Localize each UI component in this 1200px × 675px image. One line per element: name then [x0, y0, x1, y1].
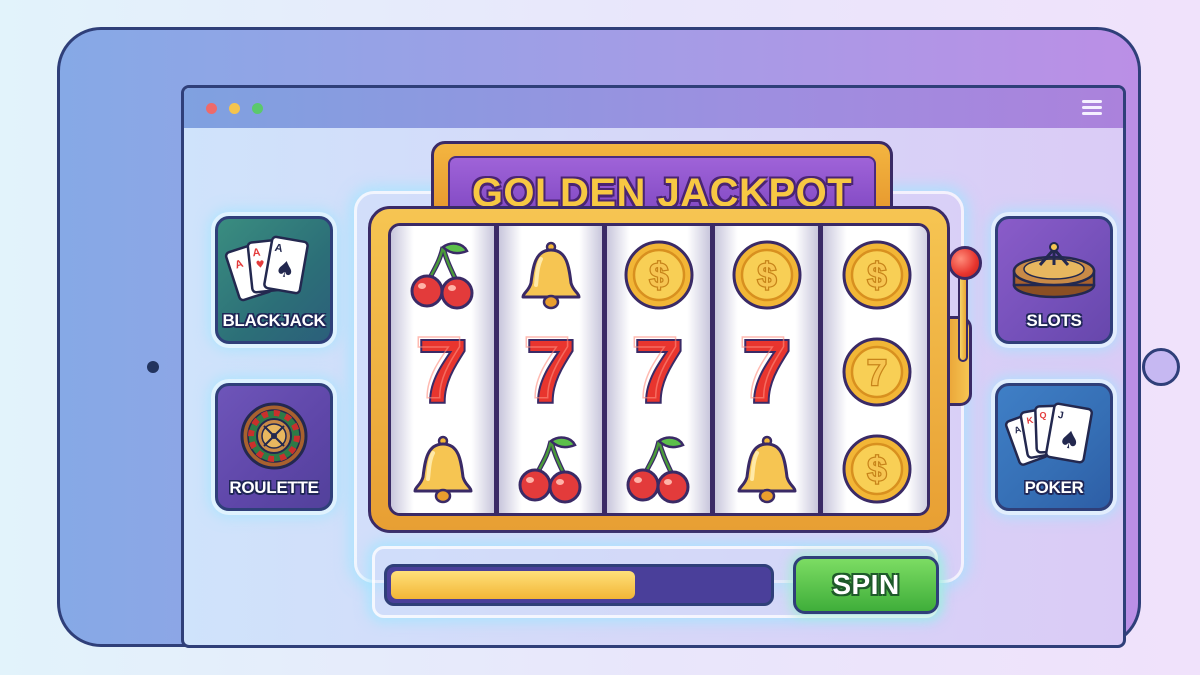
bell-symbol-icon: [391, 420, 494, 513]
bell-symbol-icon: [499, 226, 602, 323]
game-tile-slots[interactable]: SLOTS: [995, 216, 1113, 344]
progress-bar-fill: [391, 571, 635, 599]
game-tile-label: ROULETTE: [229, 478, 319, 497]
cherry-symbol-icon: [391, 226, 494, 323]
svg-text:7: 7: [630, 330, 679, 414]
game-tile-blackjack[interactable]: A A ♥ A ♠ BLACKJACK: [215, 216, 333, 344]
game-tile-roulette[interactable]: ROULETTE: [215, 383, 333, 511]
svg-text:7: 7: [867, 352, 887, 393]
svg-text:$: $: [649, 257, 668, 295]
cherry-symbol-icon: [499, 420, 602, 513]
window-maximize-button[interactable]: [252, 103, 263, 114]
camera-icon: [147, 361, 159, 373]
seven-symbol-icon: 77: [607, 323, 710, 420]
game-tile-label: SLOTS: [1026, 311, 1082, 330]
reel-2: 77: [499, 226, 607, 513]
game-screen: A A ♥ A ♠ BLACKJACK ROULETTE SLOTS A K Q…: [181, 85, 1126, 648]
reel-3: $7 7: [607, 226, 715, 513]
hamburger-menu-icon[interactable]: [1082, 100, 1102, 116]
svg-text:$: $: [868, 257, 887, 295]
coin-symbol-icon: $: [823, 420, 927, 513]
seven-symbol-icon: 77: [715, 323, 818, 420]
seven-symbol-icon: 77: [391, 323, 494, 420]
progress-bar: [384, 564, 774, 606]
playing-cards-icon: A A ♥ A ♠: [224, 235, 309, 302]
spin-button[interactable]: SPIN: [793, 556, 939, 614]
tablet-frame: A A ♥ A ♠ BLACKJACK ROULETTE SLOTS A K Q…: [57, 27, 1180, 648]
poker-cards-icon: A K Q J ♠: [1004, 402, 1094, 466]
game-tile-label: POKER: [1024, 478, 1084, 497]
reel-5: $7 $: [823, 226, 927, 513]
slot-machine: 7 7 7 7 $7 7 $7 7 $7 $: [368, 206, 950, 533]
roulette-table-icon: [1012, 242, 1096, 299]
svg-text:7: 7: [414, 330, 463, 414]
coin-symbol-icon: $: [823, 226, 927, 323]
window-minimize-button[interactable]: [229, 103, 240, 114]
svg-text:$: $: [868, 451, 887, 489]
lever-knob[interactable]: [948, 246, 982, 280]
svg-text:♥: ♥: [255, 259, 265, 271]
cherry-symbol-icon: [607, 420, 710, 513]
window-close-button[interactable]: [206, 103, 217, 114]
svg-text:$: $: [757, 257, 776, 295]
bell-symbol-icon: [715, 420, 818, 513]
game-tile-label: BLACKJACK: [222, 311, 326, 330]
svg-text:Q: Q: [1039, 410, 1046, 420]
seven-symbol-icon: 77: [499, 323, 602, 420]
coin-seven-symbol-icon: 7: [823, 323, 927, 420]
svg-text:A: A: [252, 247, 261, 260]
window-titlebar: [184, 88, 1123, 128]
coin-symbol-icon: $: [607, 226, 710, 323]
roulette-wheel-icon: [240, 402, 308, 470]
reel-4: $7 7: [715, 226, 823, 513]
svg-text:7: 7: [522, 330, 571, 414]
svg-text:7: 7: [738, 330, 787, 414]
home-button[interactable]: [1142, 348, 1180, 386]
spin-button-label: SPIN: [832, 569, 900, 600]
reel-window: 7 7 7 7 $7 7 $7 7 $7 $: [388, 223, 930, 516]
coin-symbol-icon: $: [715, 226, 818, 323]
game-tile-poker[interactable]: A K Q J ♠ POKER: [995, 383, 1113, 511]
reel-1: 77: [391, 226, 499, 513]
